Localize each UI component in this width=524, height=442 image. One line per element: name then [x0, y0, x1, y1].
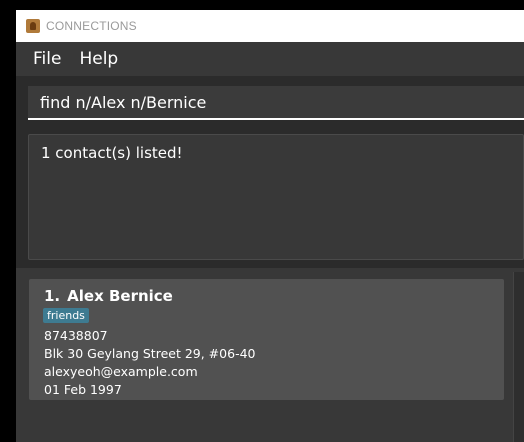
- contact-index: 1.: [44, 287, 61, 305]
- menu-file[interactable]: File: [16, 49, 70, 69]
- contact-phone: 87438807: [44, 328, 108, 343]
- app-window: CONNECTIONS File Help find n/Alex n/Bern…: [16, 10, 524, 442]
- command-input-text: find n/Alex n/Bernice: [40, 92, 207, 112]
- result-display[interactable]: 1 contact(s) listed!: [28, 134, 524, 260]
- address-book-icon: [26, 19, 40, 33]
- contact-address: Blk 30 Geylang Street 29, #06-40: [44, 346, 256, 361]
- contact-tag: friends: [43, 308, 89, 323]
- contact-name: 1. Alex Bernice: [44, 287, 173, 305]
- contact-birthday: 01 Feb 1997: [44, 382, 122, 397]
- result-display-panel: 1 contact(s) listed!: [16, 130, 524, 266]
- contact-card[interactable]: 1. Alex Bernice friends 87438807 Blk 30 G…: [29, 279, 504, 400]
- menu-help[interactable]: Help: [70, 49, 127, 69]
- result-message: 1 contact(s) listed!: [41, 144, 183, 162]
- contact-list-scrollbar[interactable]: [513, 272, 524, 442]
- menu-bar: File Help: [16, 42, 524, 76]
- title-bar: CONNECTIONS: [16, 10, 524, 42]
- window-title: CONNECTIONS: [46, 19, 137, 33]
- command-box-panel: find n/Alex n/Bernice: [16, 76, 524, 130]
- contact-email: alexyeoh@example.com: [44, 364, 198, 379]
- command-input[interactable]: find n/Alex n/Bernice: [28, 86, 524, 120]
- contact-name-text: Alex Bernice: [67, 287, 173, 305]
